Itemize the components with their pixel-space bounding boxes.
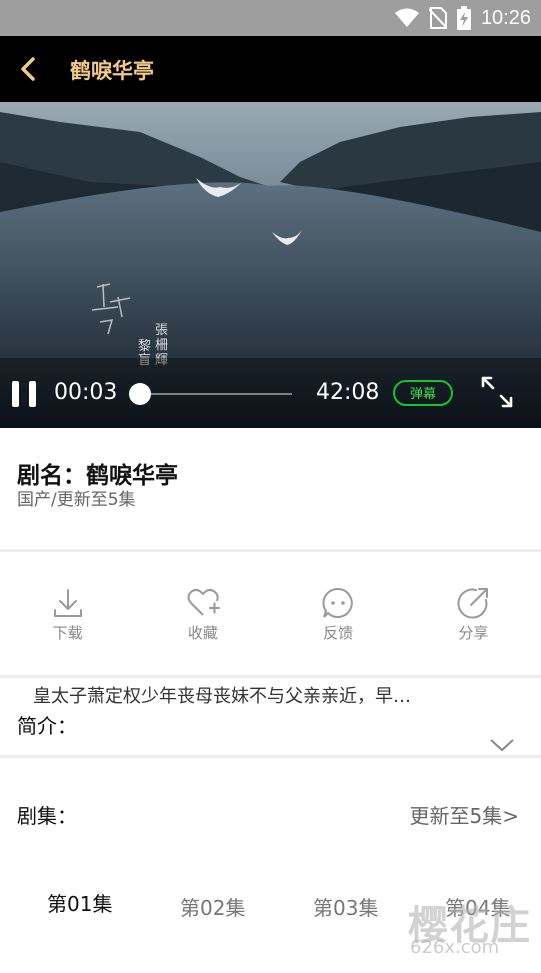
battery-charging-icon (456, 6, 471, 30)
app-bar: 鹤唳华亭 (0, 36, 541, 102)
download-button[interactable]: 下载 (0, 556, 135, 674)
status-icons: 10:26 (394, 5, 531, 31)
favorite-button[interactable]: 收藏 (135, 556, 270, 674)
share-button[interactable]: 分享 (406, 556, 541, 674)
description-label: 简介： (17, 714, 77, 738)
show-info: 剧名：鹤唳华亭 国产/更新至5集 (0, 428, 541, 551)
episode-item[interactable]: 第01集 (47, 888, 112, 917)
share-icon (457, 588, 489, 619)
feedback-icon (322, 587, 353, 618)
download-label: 下载 (52, 624, 83, 642)
episode-item[interactable]: 第02集 (180, 892, 245, 921)
divider (0, 755, 541, 758)
watermark-url: 626x.com (410, 937, 500, 958)
back-icon[interactable] (14, 54, 44, 84)
player-controls: 00:03 42:08 弹幕 (0, 358, 541, 428)
download-icon (53, 589, 82, 617)
fullscreen-icon[interactable] (480, 375, 514, 409)
no-sim-icon (428, 7, 447, 29)
chevron-down-icon[interactable] (489, 738, 515, 752)
feedback-button[interactable]: 反馈 (271, 556, 406, 674)
favorite-icon (187, 588, 220, 616)
divider (0, 549, 541, 552)
danmu-toggle-button[interactable]: 弹幕 (393, 380, 453, 406)
video-credit-b: 張 (155, 323, 168, 338)
page-title: 鹤唳华亭 (70, 59, 154, 83)
seek-knob[interactable] (129, 383, 152, 405)
episode-item[interactable]: 第03集 (313, 892, 378, 921)
current-time: 00:03 (54, 380, 118, 405)
share-label: 分享 (458, 624, 489, 642)
episodes-more-link[interactable]: 更新至5集> (410, 800, 519, 829)
episodes-header: 剧集： 更新至5集> (0, 790, 541, 840)
video-player[interactable]: 黎 盲 張 柵 輝 00:03 42:08 弹幕 (0, 102, 541, 428)
status-time: 10:26 (480, 6, 531, 29)
svg-text:柵: 柵 (155, 338, 168, 353)
seek-bar[interactable] (129, 383, 292, 405)
status-bar: 10:26 (0, 0, 541, 36)
show-subtitle: 国产/更新至5集 (17, 490, 136, 510)
action-bar: 下载 收藏 反馈 分享 (0, 556, 541, 674)
favorite-label: 收藏 (187, 624, 218, 642)
pause-icon[interactable] (12, 381, 36, 407)
description-section[interactable]: 皇太子萧定权少年丧母丧妹不与父亲亲近，早… 简介： (0, 678, 541, 756)
description-text: 皇太子萧定权少年丧母丧妹不与父亲亲近，早… (33, 686, 411, 707)
total-time: 42:08 (316, 380, 380, 405)
feedback-label: 反馈 (323, 624, 354, 642)
episodes-label: 剧集： (17, 804, 77, 828)
wifi-icon (394, 8, 419, 27)
video-credit-a: 黎 (138, 339, 151, 354)
